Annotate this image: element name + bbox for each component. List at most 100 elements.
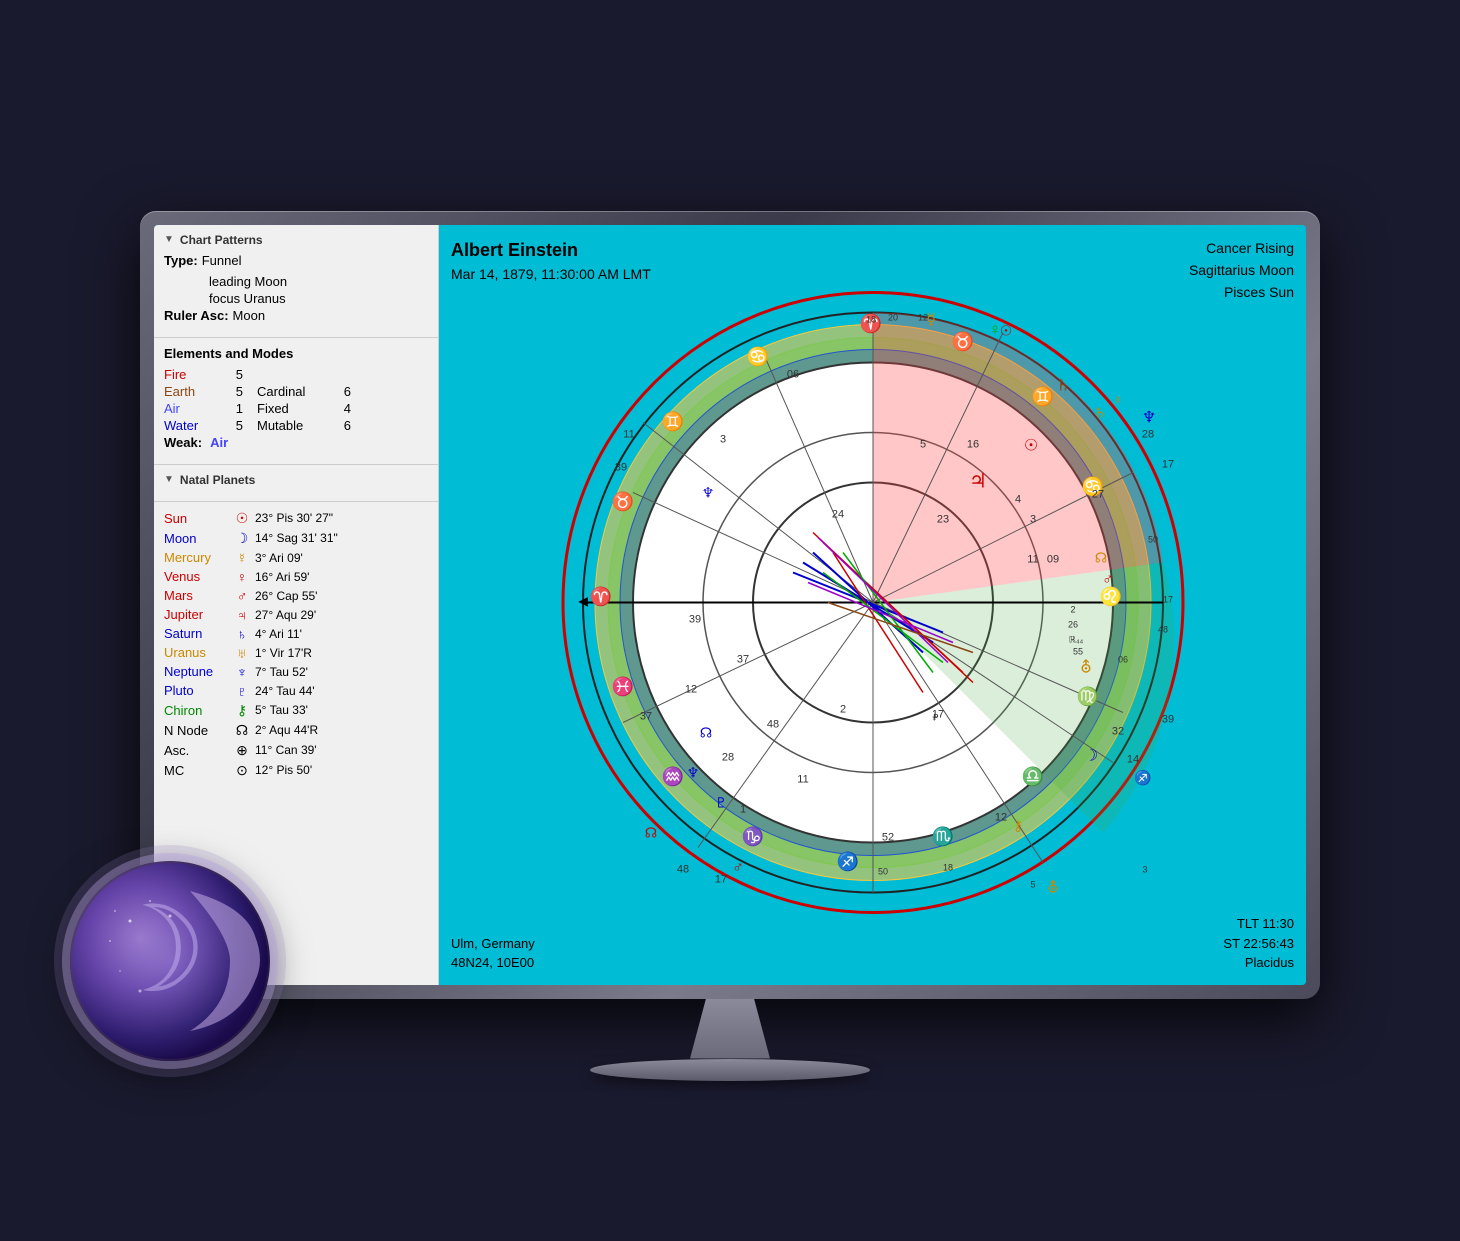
retro-r: Ꝑ [933,712,939,722]
right-28: 28 [1141,428,1153,440]
mars-glyph-chart: ♂ [732,859,744,876]
ruler-value: Moon [233,308,266,323]
uranus-glyph-chart: ⛢ [1080,658,1092,676]
right-39: 39 [1161,713,1173,725]
planet-degree-sun: 23° Pis 30' 27" [255,511,428,525]
planet-name-asc.: Asc. [164,743,229,758]
left-39: 39 [614,461,626,473]
planet-degree-n-node: 2° Aqu 44'R [255,723,428,737]
deg-12: 12 [917,312,927,322]
planet-row-neptune: Neptune♆7° Tau 52' [164,664,428,680]
planet-row-sun: Sun☉23° Pis 30' 27" [164,510,428,527]
planet-symbol-venus: ♀ [233,569,251,585]
neptune-glyph-chart: ♆ [1141,409,1155,426]
coordinates: 48N24, 10E00 [451,953,535,973]
saturn-glyph-chart: ♄ [1055,377,1069,394]
planet-name-mercury: Mercury [164,550,229,565]
planet-row-moon: Moon☽14° Sag 31' 31" [164,530,428,547]
neptune-left: ♆ [686,766,699,781]
planet-name-jupiter: Jupiter [164,607,229,622]
planet-symbol-mc: ⊙ [233,762,251,779]
water-label: Water [164,418,219,433]
taurus-glyph: ♉ [951,330,973,351]
planet-row-mars: Mars ♂ 26° Cap 55' [164,588,428,604]
water-row: Water 5 Mutable 6 [164,418,428,433]
chart-area: Albert Einstein Mar 14, 1879, 11:30:00 A… [439,225,1306,985]
planet-symbol-mars: ♂ [233,588,251,604]
right-17: 17 [1161,458,1173,470]
aquarius-glyph: ♒ [661,765,683,786]
monitor-stand [140,999,1320,1081]
house-2: 2 [839,703,845,715]
aries2-glyph: ♈ [589,585,611,606]
monitor-screen: Chart Patterns Type: Funnel leading Moon… [154,225,1306,985]
planet-degree-neptune: 7° Tau 52' [255,665,428,679]
pisces-glyph: ♓ [611,675,633,696]
node-right: ☊ [1094,551,1106,566]
mars-right: ♂ [1102,571,1114,588]
fire-value: 5 [223,367,243,382]
virgo-glyph: ♍ [1076,685,1098,706]
chiron-chart: ⚷ [1012,819,1022,834]
node-glyph-chart: ☊ [644,826,656,841]
air-row: Air 1 Fixed 4 [164,401,428,416]
type-row: Type: Funnel [164,253,428,272]
ruler-row: Ruler Asc: Moon [164,308,428,327]
deg-48: 48 [1157,624,1167,634]
cusp-12b: 12 [994,811,1006,823]
moon-logo [70,861,270,1061]
outer-rk44: ℝ₄₄ [1068,634,1083,644]
natal-planets-header: Natal Planets [164,473,428,487]
planet-degree-jupiter: 27° Aqu 29' [255,608,428,622]
house-11: 11 [1027,553,1038,565]
planet-degree-mc: 12° Pis 50' [255,763,428,777]
deg-top: 18 [865,314,875,324]
main-scene: Chart Patterns Type: Funnel leading Moon… [130,211,1330,1031]
planet-name-n-node: N Node [164,723,229,738]
house-23: 23 [936,513,948,525]
earth-row: Earth 5 Cardinal 6 [164,384,428,399]
planet-degree-chiron: 5° Tau 33' [255,703,428,717]
outer-26: 26 [1067,619,1077,629]
planet-row-jupiter: Jupiter♃27° Aqu 29' [164,607,428,623]
planet-row-saturn: Saturn♄4° Ari 11' [164,626,428,642]
stand-neck [690,999,770,1059]
cusp-06: 06 [786,368,798,380]
house-system: Placidus [1223,953,1294,973]
cusp-48: 48 [766,718,778,730]
sun-top: ☉ [999,324,1012,339]
weak-value: Air [210,435,228,450]
chart-header-right: Cancer Rising Sagittarius Moon Pisces Su… [1189,237,1294,304]
type-label: Type: [164,253,198,268]
left-11: 11 [623,428,634,440]
elements-modes-section: Elements and Modes Fire 5 Earth 5 Cardin… [154,338,438,465]
planet-degree-pluto: 24° Tau 44' [255,684,428,698]
deg-17: 17 [1162,594,1172,604]
planet-degree-uranus: 1° Vir 17'R [255,646,428,660]
deg-50: 50 [1147,534,1157,544]
planet-degree-mars: 26° Cap 55' [255,589,428,603]
elements-modes-header: Elements and Modes [164,346,428,361]
planet-symbol-pluto: ♇ [233,683,251,699]
planets-list: Sun☉23° Pis 30' 27" Moon☽14° Sag 31' 31" M… [154,502,438,790]
planet-symbol-moon: ☽ [233,530,251,547]
ac-arrow: ◄ [575,593,591,610]
house-09: 09 [1046,553,1058,565]
cusp-5b: 5 [1030,879,1035,889]
natal-planets-section: Natal Planets [154,465,438,502]
planet-symbol-chiron: ⚷ [233,702,251,719]
st: ST 22:56:43 [1223,934,1294,954]
planet-row-chiron: Chiron⚷5° Tau 33' [164,702,428,719]
deg-14: 14 [1126,753,1138,765]
planet-name-mc: MC [164,763,229,778]
earth-value: 5 [223,384,243,399]
moon-glyph-chart: ☽ [1083,747,1097,764]
cusp-11: 11 [797,773,808,785]
left-48: 48 [676,863,688,875]
libra-glyph: ♎ [1021,765,1043,786]
jupiter-glyph-chart: ♃ [969,470,987,492]
scorpio-glyph: ♏ [931,825,953,846]
planet-name-mars: Mars [164,588,229,603]
moon-logo-svg [70,861,270,1061]
planet-row-pluto: Pluto♇24° Tau 44' [164,683,428,699]
